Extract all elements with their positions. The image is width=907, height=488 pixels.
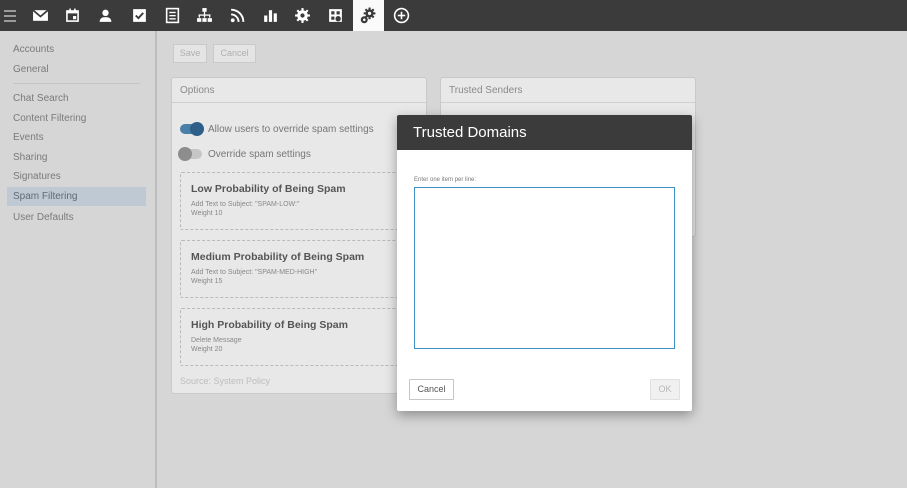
dialog-cancel-button[interactable]: Cancel [409, 379, 454, 400]
notes-icon[interactable] [157, 0, 188, 31]
save-button[interactable]: Save [173, 44, 207, 63]
rule-title: Low Probability of Being Spam [191, 183, 346, 195]
org-chart-icon[interactable] [189, 0, 220, 31]
domains-field-label: Enter one item per line: [414, 177, 477, 183]
sidebar-item-events[interactable]: Events [7, 128, 146, 147]
dialog-ok-button[interactable]: OK [650, 379, 680, 400]
rule-low-probability[interactable]: Low Probability of Being Spam Add Text t… [180, 172, 430, 230]
rule-weight: Weight 20 [191, 346, 223, 353]
allow-override-toggle[interactable] [180, 122, 204, 136]
rule-title: High Probability of Being Spam [191, 319, 348, 331]
dialog-title: Trusted Domains [397, 115, 692, 150]
domain-settings-icon[interactable] [320, 0, 351, 31]
allow-override-row: Allow users to override spam settings [180, 122, 374, 136]
tasks-icon[interactable] [124, 0, 155, 31]
trusted-domains-dialog: Trusted Domains Enter one item per line:… [397, 115, 692, 411]
rule-weight: Weight 15 [191, 278, 223, 285]
rule-action: Add Text to Subject: "SPAM-LOW:" [191, 201, 300, 208]
trusted-senders-title: Trusted Senders [441, 78, 695, 103]
add-icon[interactable] [386, 0, 417, 31]
policy-source-text: Source: System Policy [180, 376, 271, 386]
override-spam-label: Override spam settings [208, 148, 311, 160]
admin-settings-icon[interactable] [353, 0, 384, 31]
rule-action: Delete Message [191, 337, 242, 344]
contacts-icon[interactable] [90, 0, 121, 31]
sidebar: Accounts General Chat Search Content Fil… [0, 31, 157, 488]
rule-high-probability[interactable]: High Probability of Being Spam Delete Me… [180, 308, 430, 366]
rule-title: Medium Probability of Being Spam [191, 251, 365, 263]
mail-icon[interactable] [25, 0, 56, 31]
calendar-icon[interactable] [57, 0, 88, 31]
sidebar-item-sharing[interactable]: Sharing [7, 148, 146, 167]
options-panel-title: Options [172, 78, 426, 103]
override-spam-toggle[interactable] [178, 147, 202, 161]
options-panel: Options Allow users to override spam set… [171, 77, 430, 394]
sidebar-item-signatures[interactable]: Signatures [7, 167, 146, 186]
cancel-button[interactable]: Cancel [213, 44, 256, 63]
sidebar-divider [13, 83, 140, 84]
rule-medium-probability[interactable]: Medium Probability of Being Spam Add Tex… [180, 240, 430, 298]
top-toolbar [0, 0, 907, 31]
rule-weight: Weight 10 [191, 210, 223, 217]
sidebar-item-content-filtering[interactable]: Content Filtering [7, 109, 146, 128]
sidebar-item-general[interactable]: General [7, 60, 146, 79]
rss-icon[interactable] [222, 0, 253, 31]
settings-icon[interactable] [287, 0, 318, 31]
rule-action: Add Text to Subject: "SPAM-MED-HIGH" [191, 269, 318, 276]
hamburger-icon[interactable] [4, 7, 16, 23]
sidebar-item-user-defaults[interactable]: User Defaults [7, 208, 146, 227]
sidebar-item-accounts[interactable]: Accounts [7, 40, 146, 59]
reports-icon[interactable] [255, 0, 286, 31]
domains-textarea[interactable] [414, 187, 675, 349]
sidebar-item-spam-filtering[interactable]: Spam Filtering [7, 187, 146, 206]
override-spam-row: Override spam settings [178, 147, 311, 161]
sidebar-item-chat-search[interactable]: Chat Search [7, 89, 146, 108]
allow-override-label: Allow users to override spam settings [208, 123, 374, 135]
